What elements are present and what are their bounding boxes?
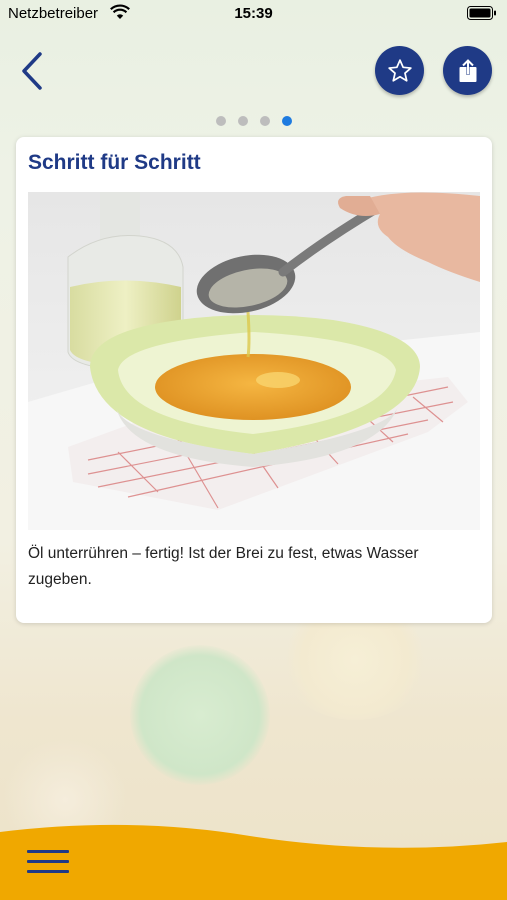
bokeh-light <box>130 645 270 785</box>
status-time: 15:39 <box>234 5 273 22</box>
page-indicator <box>0 116 507 128</box>
back-button[interactable] <box>18 50 48 92</box>
menu-button[interactable] <box>27 848 69 876</box>
share-icon <box>459 58 476 82</box>
page-dot[interactable] <box>216 116 226 126</box>
page-dot[interactable] <box>260 116 270 126</box>
step-card: Schritt für Schritt Öl unterrühren – fer… <box>16 137 492 623</box>
battery-icon <box>467 6 496 20</box>
bottom-bar <box>0 824 507 900</box>
page-dot[interactable] <box>238 116 248 126</box>
card-title: Schritt für Schritt <box>28 151 201 174</box>
step-description: Öl unterrühren – fertig! Ist der Brei zu… <box>28 545 419 588</box>
recipe-step-photo <box>28 192 480 530</box>
status-bar: Netzbetreiber 15:39 <box>0 0 507 28</box>
hamburger-menu-icon <box>27 850 69 873</box>
page-dot-active[interactable] <box>282 116 292 126</box>
star-icon <box>387 58 412 82</box>
share-button[interactable] <box>443 46 492 95</box>
chevron-left-icon <box>22 52 42 90</box>
favorite-button[interactable] <box>375 46 424 95</box>
